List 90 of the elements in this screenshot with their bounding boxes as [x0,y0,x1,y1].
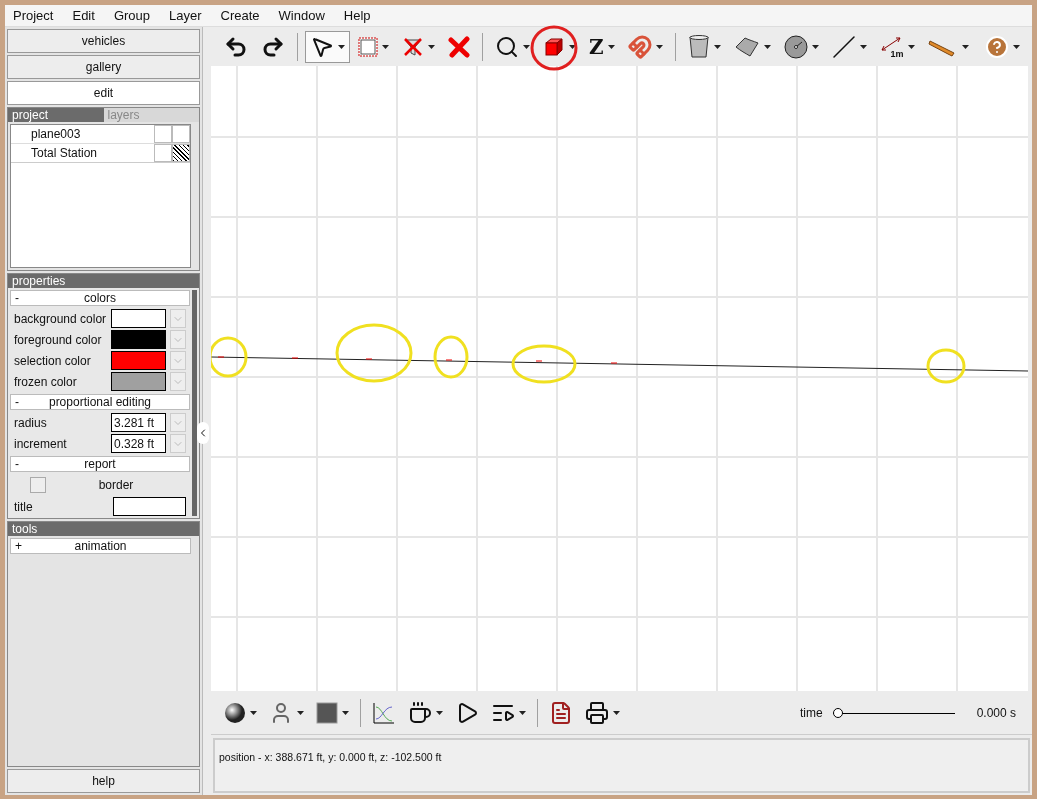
collapse-handle[interactable] [197,422,209,444]
search-icon [495,34,519,59]
slider-thumb[interactable] [832,707,843,718]
scrollbar[interactable] [192,290,197,516]
delete-icon [448,35,470,58]
tool-button[interactable]: 1m [874,30,920,63]
caret-icon [763,44,771,49]
annotation-ellipse [511,344,577,384]
property-label: radius [14,414,48,431]
caret-icon [428,44,435,49]
help-button[interactable]: help [7,769,200,793]
caret-icon [436,710,443,715]
tree-item[interactable]: Total Station [11,145,154,161]
number-field[interactable]: 3.281 ft [111,413,166,432]
z-axis-tool-button[interactable]: Z [584,30,620,63]
caret-icon [382,44,389,49]
menu-item[interactable]: Group [113,5,150,26]
property-label: border [97,476,135,493]
section-header[interactable]: + animation [10,538,191,554]
report-icon [549,700,573,725]
section-header[interactable]: - proportional editing [10,394,190,410]
menu-item[interactable]: Layer [169,5,202,26]
rectangle-select-icon [358,36,378,57]
magnet-icon [627,34,652,59]
color-swatch[interactable] [111,330,166,349]
section-header[interactable]: - colors [10,290,190,306]
graph-icon [372,700,396,725]
caret-icon [297,710,304,715]
time-reading: 0.000 s [976,704,1016,721]
menu-item[interactable]: Project [13,5,54,26]
caret-icon [607,44,615,49]
swatch-icon [316,701,338,724]
nav-button[interactable]: gallery [7,55,200,79]
property-label: frozen color [14,373,78,390]
toggle-box[interactable] [154,144,172,162]
help-icon [985,34,1009,59]
property-label: selection color [14,352,92,369]
caret-icon [907,44,915,49]
caret-icon [713,44,721,49]
menu-item[interactable]: Create [220,5,260,26]
caret-icon [338,44,345,49]
color-swatch[interactable] [111,309,166,328]
caret-icon [250,710,257,715]
menu-item[interactable]: Help [343,5,371,26]
annotation-ellipse [433,335,469,379]
panel-header: properties [8,274,199,288]
caret-icon [342,710,349,715]
tree-item[interactable]: plane003 [11,126,154,142]
annotation-circle [530,24,578,71]
property-label: background color [14,310,107,327]
number-field[interactable]: 0.328 ft [111,434,166,453]
cube-icon [543,35,565,58]
caret-icon [859,44,867,49]
toggle-box[interactable] [154,125,172,143]
time-label: time [799,704,823,721]
property-label: foreground color [14,331,103,348]
caret-icon [613,710,620,715]
line-icon [831,34,856,59]
time-slider[interactable] [832,707,955,718]
surface-icon [733,35,760,58]
caret-icon [811,44,819,49]
nav-button[interactable]: vehicles [7,29,200,53]
property-label: title [14,498,34,515]
menu-item[interactable]: Window [278,5,325,26]
section-header[interactable]: - report [10,456,190,472]
tool-button[interactable] [305,30,350,63]
color-swatch[interactable] [111,351,166,370]
printer-icon [585,700,609,725]
title-field[interactable] [113,497,186,516]
caret-icon [961,44,969,49]
sphere-icon [224,701,246,724]
annotation-ellipse [926,348,966,384]
property-label: increment [14,435,68,452]
cylinder-icon [687,33,710,60]
nav-button[interactable]: edit [7,81,200,105]
status-text: position - x: 388.671 ft, y: 0.000 ft, z: -102.500 ft [219,751,442,763]
checkbox[interactable] [30,476,46,493]
circle-icon [783,34,808,59]
caret-icon [655,44,663,49]
filter-icon [402,35,424,58]
caret-icon [569,44,576,49]
menu-item[interactable]: Edit [72,5,95,26]
caret-icon [1013,44,1020,49]
panel-header: tools [8,522,199,536]
toggle-box[interactable] [172,125,190,143]
z-axis-label: Z [589,33,604,61]
caret-icon [523,44,530,49]
toggle-box[interactable] [172,144,190,162]
caret-icon [519,710,526,715]
color-swatch[interactable] [111,372,166,391]
